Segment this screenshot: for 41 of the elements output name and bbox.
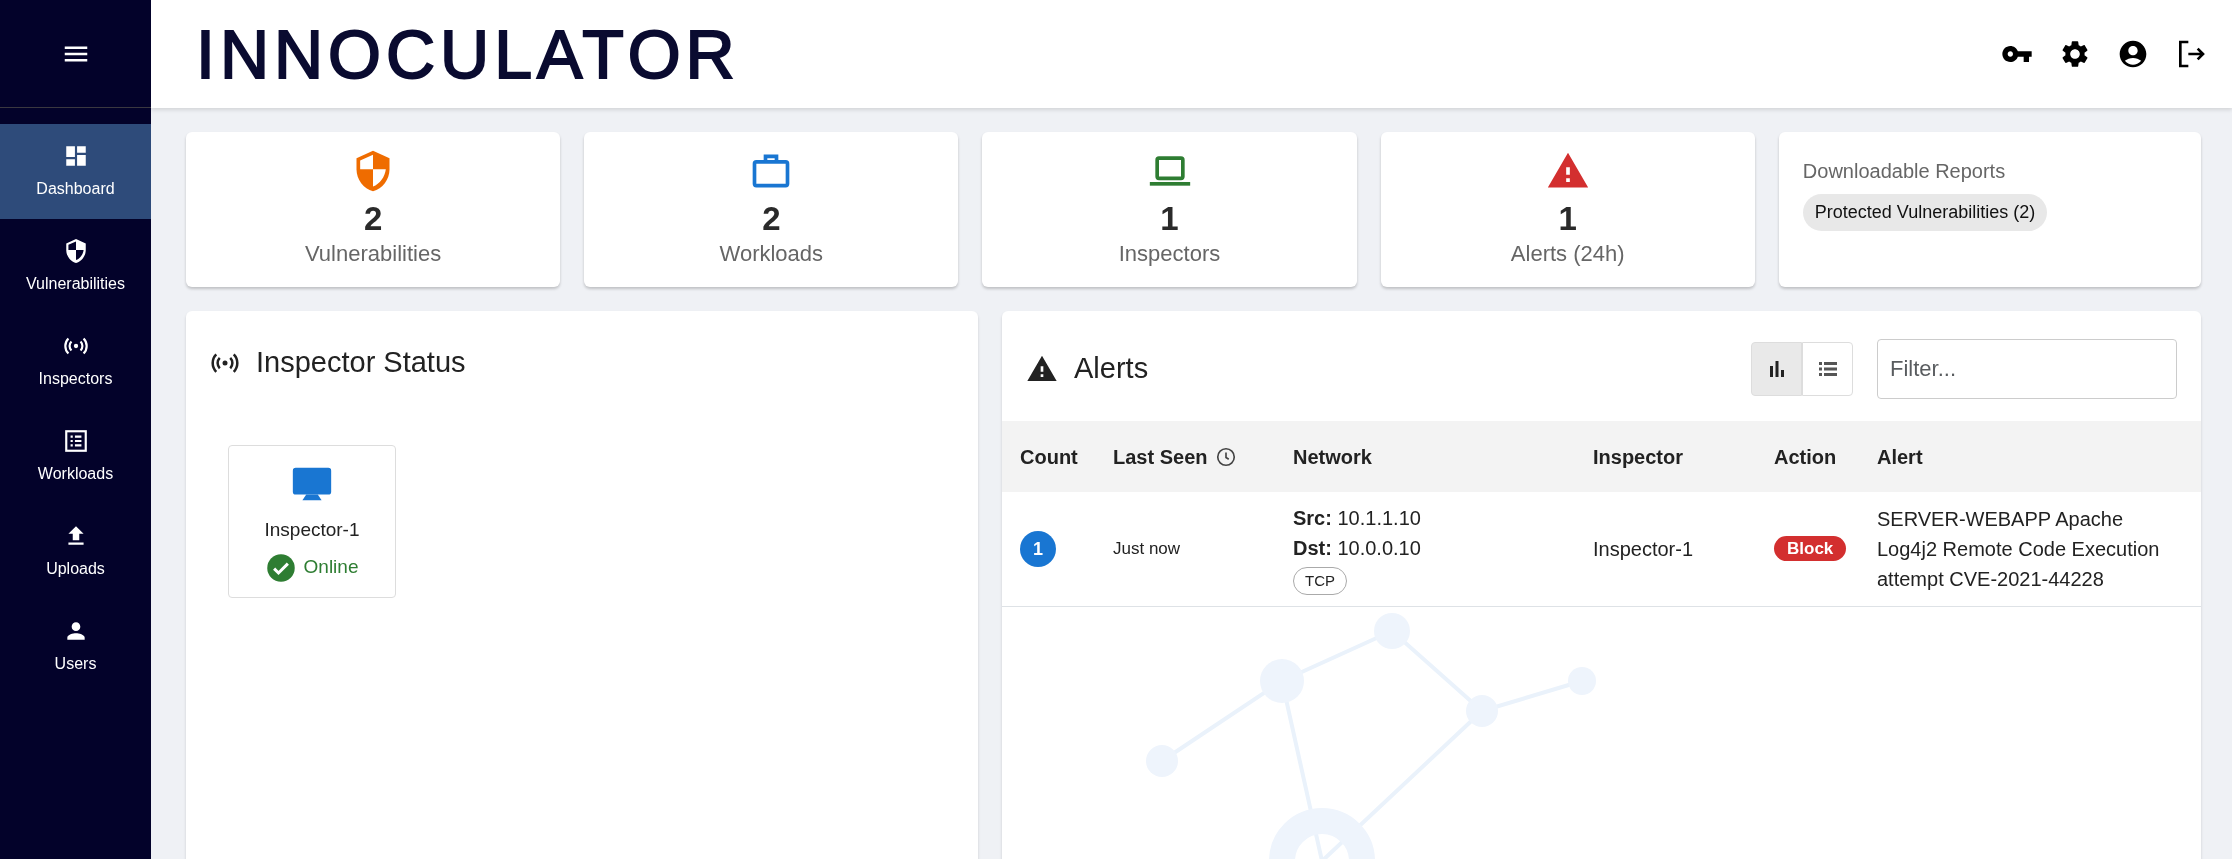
logo: INNOCULATOR [196,20,740,88]
table-cell-text: SERVER-WEBAPP Apache Log4j2 Remote Code Execution attempt CVE-2021-44228 [1877,507,2161,592]
stat-label: Inspectors [1118,240,1221,269]
inspector-name: Inspector-1 [264,518,360,542]
stat-label: Workloads [719,240,824,269]
count-badge: 1 [1020,531,1056,567]
column-header: Alert [1877,444,1923,470]
stat-label: Alerts (24h) [1510,240,1625,269]
list-icon [62,427,89,454]
column-header: Last Seen [1113,444,1208,470]
sidebar-item[interactable]: Uploads [0,504,151,599]
column-header: Network [1293,444,1372,470]
reports-title: Downloadable Reports [1802,159,2006,184]
table-cell-text: Src: 10.1.1.10 [1293,505,1422,531]
sidebar-item[interactable]: Dashboard [0,124,151,219]
stat-value: 1 [1558,200,1577,238]
sidebar-item[interactable]: Users [0,599,151,694]
table-cell: Just now [1113,539,1181,559]
clock-icon [1215,445,1238,468]
sidebar-item[interactable]: Inspectors [0,314,151,409]
sidebar-item[interactable]: Workloads [0,409,151,504]
view-toggle-button[interactable] [1751,342,1802,396]
column-header: Action [1774,444,1837,470]
account-icon[interactable] [2117,38,2149,70]
report-chip[interactable]: Protected Vulnerabilities (2) [1802,194,2048,231]
view-toggle-button[interactable] [1802,342,1853,396]
panel-title: Inspector Status [256,345,466,381]
column-header: Inspector [1593,444,1684,470]
table-cell-text: Dst: 10.0.0.10 [1293,535,1422,561]
stat-value: 2 [363,200,383,238]
stat-value: 2 [762,200,781,238]
sidebar-item[interactable]: Vulnerabilities [0,219,151,314]
inspector-card[interactable]: Inspector-1 Online [228,445,396,598]
column-header: Count [1020,444,1078,470]
filter-field[interactable]: Filter... [1877,339,2177,399]
stat-label: Vulnerabilities [305,240,442,269]
stat-value: 1 [1160,200,1179,238]
table-cell: Inspector-1 [1593,538,1694,560]
action-badge: Block [1774,536,1847,562]
panel-title: Alerts [1074,351,1150,387]
status-text: Online [303,555,359,580]
